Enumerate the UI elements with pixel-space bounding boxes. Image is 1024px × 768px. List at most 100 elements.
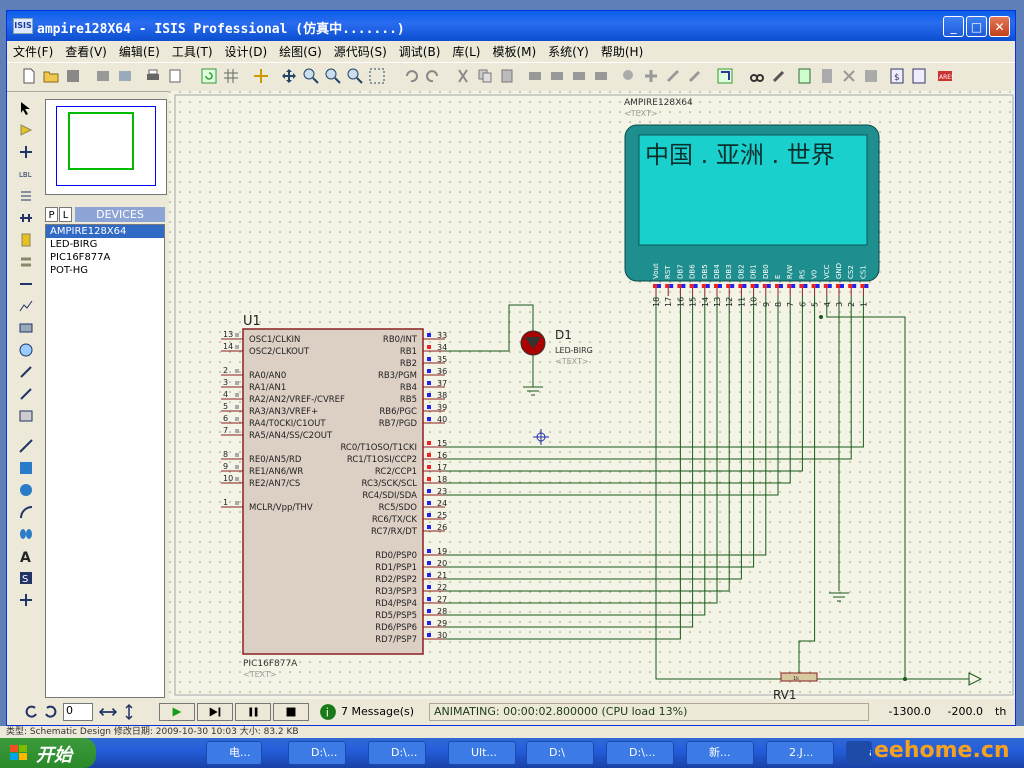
undo-icon[interactable] bbox=[403, 68, 419, 84]
schematic-canvas[interactable]: AMPIRE128X64 <TEXT> 中国 . 亚洲 . 世界 Vout 18 R… bbox=[169, 91, 1015, 702]
step-button[interactable] bbox=[197, 703, 233, 721]
generator-icon[interactable] bbox=[19, 343, 33, 357]
component-mode-icon[interactable] bbox=[19, 123, 33, 137]
overview-window[interactable] bbox=[45, 99, 167, 195]
symbol-tool-icon[interactable]: S bbox=[19, 571, 33, 585]
menu-system[interactable]: 系统(Y) bbox=[542, 41, 595, 60]
rotation-angle-field[interactable]: 0 bbox=[63, 703, 93, 721]
taskbar-item[interactable]: a... bbox=[846, 741, 872, 765]
line-tool-icon[interactable] bbox=[19, 439, 33, 453]
device-pins-icon[interactable] bbox=[19, 277, 33, 291]
stop-button[interactable] bbox=[273, 703, 309, 721]
menu-design[interactable]: 设计(D) bbox=[219, 41, 274, 60]
cut-icon[interactable] bbox=[455, 68, 471, 84]
taskbar-item[interactable]: D:\... bbox=[606, 741, 674, 765]
save-icon[interactable] bbox=[65, 68, 81, 84]
menu-view[interactable]: 查看(V) bbox=[59, 41, 113, 60]
import-icon[interactable] bbox=[95, 68, 111, 84]
pan-icon[interactable] bbox=[281, 68, 297, 84]
block-rotate-icon[interactable] bbox=[571, 68, 587, 84]
decompose-icon[interactable] bbox=[687, 68, 703, 84]
maximize-button[interactable]: □ bbox=[966, 16, 987, 37]
mirror-y-icon[interactable] bbox=[121, 703, 137, 721]
path-tool-icon[interactable] bbox=[19, 527, 33, 541]
print-icon[interactable] bbox=[145, 68, 161, 84]
bill-of-materials-icon[interactable]: $ bbox=[889, 68, 905, 84]
open-folder-icon[interactable] bbox=[43, 68, 59, 84]
new-sheet-icon[interactable] bbox=[797, 68, 813, 84]
pause-button[interactable] bbox=[235, 703, 271, 721]
new-file-icon[interactable] bbox=[21, 68, 37, 84]
graph-mode-icon[interactable] bbox=[19, 299, 33, 313]
electrical-rule-check-icon[interactable] bbox=[911, 68, 927, 84]
menu-tools[interactable]: 工具(T) bbox=[166, 41, 219, 60]
marker-tool-icon[interactable] bbox=[19, 593, 33, 607]
terminals-icon[interactable] bbox=[19, 255, 33, 269]
start-button[interactable]: 开始 bbox=[0, 738, 96, 768]
list-item[interactable]: LED-BIRG bbox=[46, 238, 164, 251]
schematic-drawing[interactable]: AMPIRE128X64 <TEXT> 中国 . 亚洲 . 世界 Vout18R… bbox=[169, 91, 1015, 702]
junction-dot-icon[interactable] bbox=[19, 145, 33, 159]
block-copy-icon[interactable] bbox=[527, 68, 543, 84]
current-probe-icon[interactable] bbox=[19, 387, 33, 401]
menu-debug[interactable]: 调试(B) bbox=[393, 41, 447, 60]
taskbar-item[interactable]: 电... bbox=[206, 741, 262, 765]
list-item[interactable]: AMPIRE128X64 bbox=[46, 225, 164, 238]
block-delete-icon[interactable] bbox=[593, 68, 609, 84]
pick-device-button[interactable]: P bbox=[45, 207, 58, 222]
netlist-to-ares-icon[interactable]: ARES bbox=[937, 68, 953, 84]
arc-tool-icon[interactable] bbox=[19, 505, 33, 519]
package-icon[interactable] bbox=[665, 68, 681, 84]
virtual-instrument-icon[interactable] bbox=[19, 409, 33, 423]
taskbar-item[interactable]: D:\... bbox=[288, 741, 346, 765]
exit-to-parent-icon[interactable] bbox=[841, 68, 857, 84]
zoom-all-icon[interactable] bbox=[347, 68, 363, 84]
refresh-icon[interactable] bbox=[201, 68, 217, 84]
wire-label-icon[interactable]: LBL bbox=[19, 167, 33, 181]
box-tool-icon[interactable] bbox=[19, 461, 33, 475]
text-tool-icon[interactable]: A bbox=[19, 549, 33, 563]
origin-icon[interactable] bbox=[253, 68, 269, 84]
menu-file[interactable]: 文件(F) bbox=[7, 41, 59, 60]
make-device-icon[interactable] bbox=[643, 68, 659, 84]
circle-tool-icon[interactable] bbox=[19, 483, 33, 497]
menu-template[interactable]: 模板(M) bbox=[486, 41, 542, 60]
library-manager-button[interactable]: L bbox=[59, 207, 72, 222]
copy-icon[interactable] bbox=[477, 68, 493, 84]
mirror-x-icon[interactable] bbox=[99, 703, 117, 721]
menu-help[interactable]: 帮助(H) bbox=[595, 41, 649, 60]
wire-autorouter-icon[interactable] bbox=[717, 68, 733, 84]
selection-arrow-icon[interactable] bbox=[19, 101, 33, 115]
minimize-button[interactable]: _ bbox=[943, 16, 964, 37]
messages-count[interactable]: 7 Message(s) bbox=[341, 703, 421, 721]
menu-source[interactable]: 源代码(S) bbox=[328, 41, 393, 60]
taskbar-item[interactable]: 2.J... bbox=[766, 741, 834, 765]
block-move-icon[interactable] bbox=[549, 68, 565, 84]
menu-library[interactable]: 库(L) bbox=[446, 41, 486, 60]
area-icon[interactable] bbox=[167, 68, 183, 84]
subcircuit-icon[interactable] bbox=[19, 233, 33, 247]
voltage-probe-icon[interactable] bbox=[19, 365, 33, 379]
taskbar-item[interactable]: D:\... bbox=[368, 741, 426, 765]
rotate-ccw-icon[interactable] bbox=[23, 703, 39, 721]
grid-icon[interactable] bbox=[223, 68, 239, 84]
menu-graph[interactable]: 绘图(G) bbox=[273, 41, 328, 60]
remove-sheet-icon[interactable] bbox=[819, 68, 835, 84]
export-icon[interactable] bbox=[117, 68, 133, 84]
list-item[interactable]: PIC16F877A bbox=[46, 251, 164, 264]
menu-edit[interactable]: 编辑(E) bbox=[113, 41, 166, 60]
zoom-child-icon[interactable] bbox=[863, 68, 879, 84]
zoom-in-icon[interactable] bbox=[303, 68, 319, 84]
taskbar-item[interactable]: Ult... bbox=[448, 741, 516, 765]
zoom-area-icon[interactable] bbox=[369, 68, 385, 84]
taskbar-item[interactable]: 新... bbox=[686, 741, 754, 765]
pick-device-icon[interactable] bbox=[621, 68, 637, 84]
text-script-icon[interactable] bbox=[19, 189, 33, 203]
play-button[interactable] bbox=[159, 703, 195, 721]
tape-recorder-icon[interactable] bbox=[19, 321, 33, 335]
redo-icon[interactable] bbox=[425, 68, 441, 84]
paste-icon[interactable] bbox=[499, 68, 515, 84]
buses-icon[interactable] bbox=[19, 211, 33, 225]
search-tag-icon[interactable] bbox=[749, 68, 765, 84]
list-item[interactable]: POT-HG bbox=[46, 264, 164, 277]
